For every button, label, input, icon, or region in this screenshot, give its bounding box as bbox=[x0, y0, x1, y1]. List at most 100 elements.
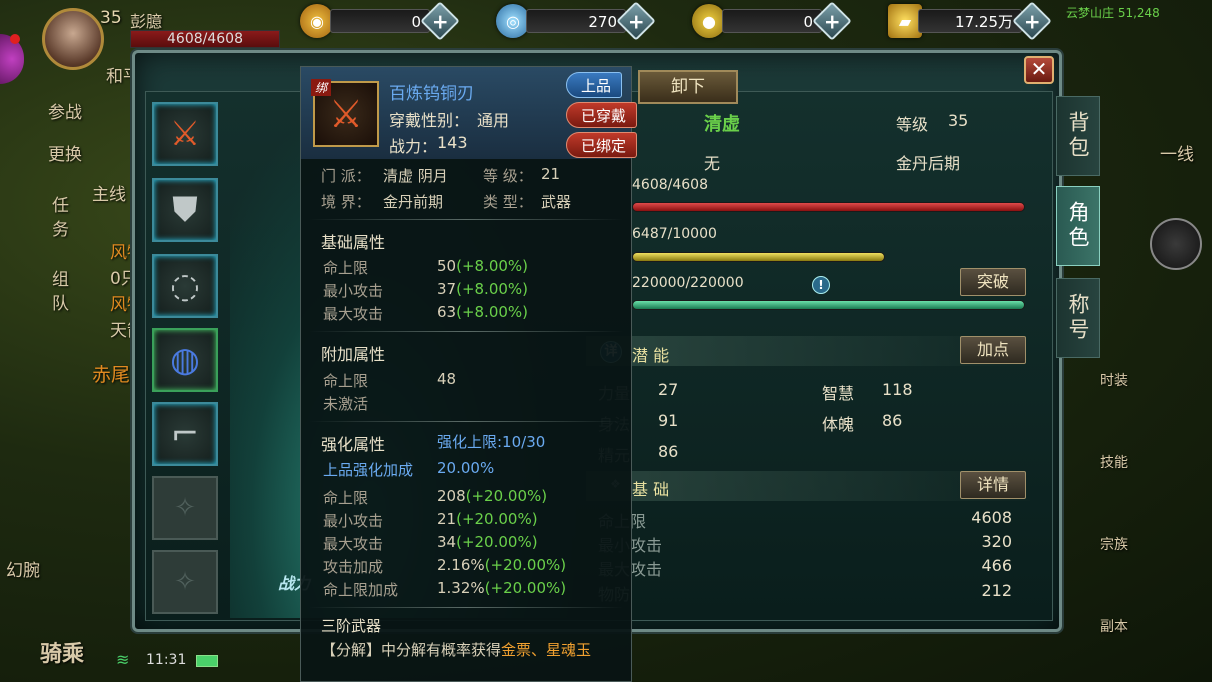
stat-label: 体魄 bbox=[822, 415, 855, 434]
sect-label: 门 派： bbox=[321, 167, 371, 185]
sword-icon: ⚔ bbox=[169, 114, 201, 154]
fashion-button[interactable]: 时装 bbox=[1100, 370, 1128, 390]
plus-icon: + bbox=[1023, 8, 1041, 33]
team-tab[interactable]: 组队 bbox=[52, 268, 72, 316]
equip-slot-armor[interactable]: ⛊ bbox=[152, 178, 218, 242]
player-name: 彭臆 bbox=[130, 12, 163, 31]
unequip-button[interactable]: 卸下 bbox=[638, 70, 738, 104]
gender-label: 穿戴性别： bbox=[389, 111, 470, 130]
gold-phoenix-coin-icon: ◉ bbox=[300, 4, 334, 38]
info-icon[interactable]: ! bbox=[812, 276, 830, 294]
enhance-cap: 强化上限:10/30 bbox=[437, 433, 546, 451]
equip-slot-ring[interactable]: ◍ bbox=[152, 328, 218, 392]
level-label: 等 级： bbox=[483, 167, 533, 185]
level-label: 等级 bbox=[896, 115, 929, 134]
plus-icon: + bbox=[627, 8, 645, 33]
attr-value: 34(+20.00%) bbox=[437, 533, 538, 551]
empty-slot-icon: ✧ bbox=[174, 567, 196, 597]
attr-label: 命上限 bbox=[323, 372, 369, 390]
main-quest-label[interactable]: 主线 bbox=[92, 180, 126, 205]
equip-slot-weapon[interactable]: ⚔ bbox=[152, 102, 218, 166]
player-avatar[interactable] bbox=[42, 8, 104, 70]
attr-label: 最小攻击 bbox=[323, 282, 384, 300]
realm-value: 金丹后期 bbox=[896, 154, 961, 173]
power-label: 战力： bbox=[389, 137, 438, 156]
switch-button[interactable]: 更换 bbox=[48, 140, 82, 165]
attr-label: 攻击加成 bbox=[323, 558, 384, 576]
attr-label: 最大攻击 bbox=[323, 305, 384, 323]
gold-ingot-icon: ▰ bbox=[888, 4, 922, 38]
sect-value: 清虚 阴月 bbox=[383, 167, 448, 185]
add-currency-button[interactable]: + bbox=[1012, 1, 1052, 41]
attr-label: 命上限 bbox=[323, 489, 369, 507]
attr-label: 最小攻击 bbox=[323, 512, 384, 530]
breakthrough-button[interactable]: 突破 bbox=[960, 268, 1026, 296]
decompose-text: 【分解】中分解有概率获得金票、星魂玉 bbox=[321, 641, 592, 659]
power-value: 143 bbox=[437, 133, 468, 152]
add-currency-button[interactable]: + bbox=[616, 1, 656, 41]
attr-value: 208(+20.00%) bbox=[437, 487, 548, 505]
level-value: 35 bbox=[948, 111, 969, 130]
tab-title[interactable]: 称号 bbox=[1056, 278, 1100, 358]
mount-button[interactable]: 骑乘 bbox=[40, 636, 84, 668]
add-currency-button[interactable]: + bbox=[420, 1, 460, 41]
necklace-icon: ◌ bbox=[170, 266, 200, 306]
inactive-label: 未激活 bbox=[323, 395, 369, 413]
stat-value: 86 bbox=[658, 442, 679, 461]
item-tooltip: ⚔ 绑 百炼钨铜刃 穿戴性别： 通用 战力： 143 门 派： 清虚 阴月 等 … bbox=[300, 66, 632, 682]
title-value: 无 bbox=[704, 154, 721, 173]
clan-button[interactable]: 宗族 bbox=[1100, 534, 1128, 554]
stat-value: 27 bbox=[658, 380, 679, 399]
exp-value: 220000/220000 bbox=[632, 275, 744, 291]
quality-tag: 上品 bbox=[566, 72, 623, 98]
exp-bar bbox=[632, 300, 1025, 310]
attr-label: 最大攻击 bbox=[323, 535, 384, 553]
player-hp-bar: 4608/4608 bbox=[130, 30, 280, 48]
equip-slot-empty[interactable]: ✧ bbox=[152, 476, 218, 540]
tab-bag[interactable]: 背包 bbox=[1056, 96, 1100, 176]
attr-value: 48 bbox=[437, 370, 457, 388]
equip-slot-boots[interactable]: ⌐ bbox=[152, 402, 218, 466]
dungeon-button[interactable]: 副本 bbox=[1100, 616, 1128, 636]
divider bbox=[309, 421, 623, 422]
phantom-wrist-label[interactable]: 幻腕 bbox=[6, 556, 40, 581]
clock: 11:31 bbox=[146, 652, 187, 668]
basic-stat-value: 320 bbox=[981, 532, 1012, 551]
stat-value: 91 bbox=[658, 411, 679, 430]
stat-value: 118 bbox=[882, 380, 913, 399]
currency-value: 270 bbox=[526, 9, 626, 33]
tasks-tab[interactable]: 任务 bbox=[52, 194, 72, 242]
currency-value: 0 bbox=[722, 9, 822, 33]
type-label: 类 型： bbox=[483, 193, 533, 211]
currency-gold-ingot: ▰ 17.25万 + bbox=[888, 1, 1052, 41]
mp-value: 6487/10000 bbox=[632, 226, 717, 242]
basic-stat-value: 466 bbox=[981, 556, 1012, 575]
close-button[interactable]: ✕ bbox=[1024, 56, 1054, 84]
attr-value: 37(+8.00%) bbox=[437, 280, 529, 298]
notification-dot bbox=[10, 34, 20, 44]
item-name: 百炼钨铜刃 bbox=[389, 84, 474, 104]
equip-slot-necklace[interactable]: ◌ bbox=[152, 254, 218, 318]
red-tail-label: 赤尾 bbox=[92, 364, 131, 386]
attr-value: 63(+8.00%) bbox=[437, 303, 529, 321]
attr-value: 2.16%(+20.00%) bbox=[437, 556, 567, 574]
wifi-icon: ≋ bbox=[116, 650, 130, 669]
worn-tag: 已穿戴 bbox=[566, 102, 638, 128]
join-battle-button[interactable]: 参战 bbox=[48, 98, 82, 123]
currency-copper-coins: ● 0 + bbox=[692, 1, 852, 41]
equip-slot-empty[interactable]: ✧ bbox=[152, 550, 218, 614]
tab-character[interactable]: 角色 bbox=[1056, 186, 1100, 266]
add-currency-button[interactable]: + bbox=[812, 1, 852, 41]
realm-label: 境 界： bbox=[321, 193, 371, 211]
attr-value: 50(+8.00%) bbox=[437, 257, 529, 275]
line-one-button[interactable]: 一线 bbox=[1160, 140, 1194, 165]
add-points-button[interactable]: 加点 bbox=[960, 336, 1026, 364]
ring-icon: ◍ bbox=[170, 340, 200, 380]
skills-button[interactable]: 技能 bbox=[1100, 452, 1128, 472]
battery-icon bbox=[196, 655, 218, 667]
attr-label: 命上限 bbox=[323, 259, 369, 277]
attack-skill-button[interactable] bbox=[1150, 218, 1202, 270]
stat-value: 86 bbox=[882, 411, 903, 430]
attr-label: 命上限加成 bbox=[323, 581, 399, 599]
details-button[interactable]: 详情 bbox=[960, 471, 1026, 499]
